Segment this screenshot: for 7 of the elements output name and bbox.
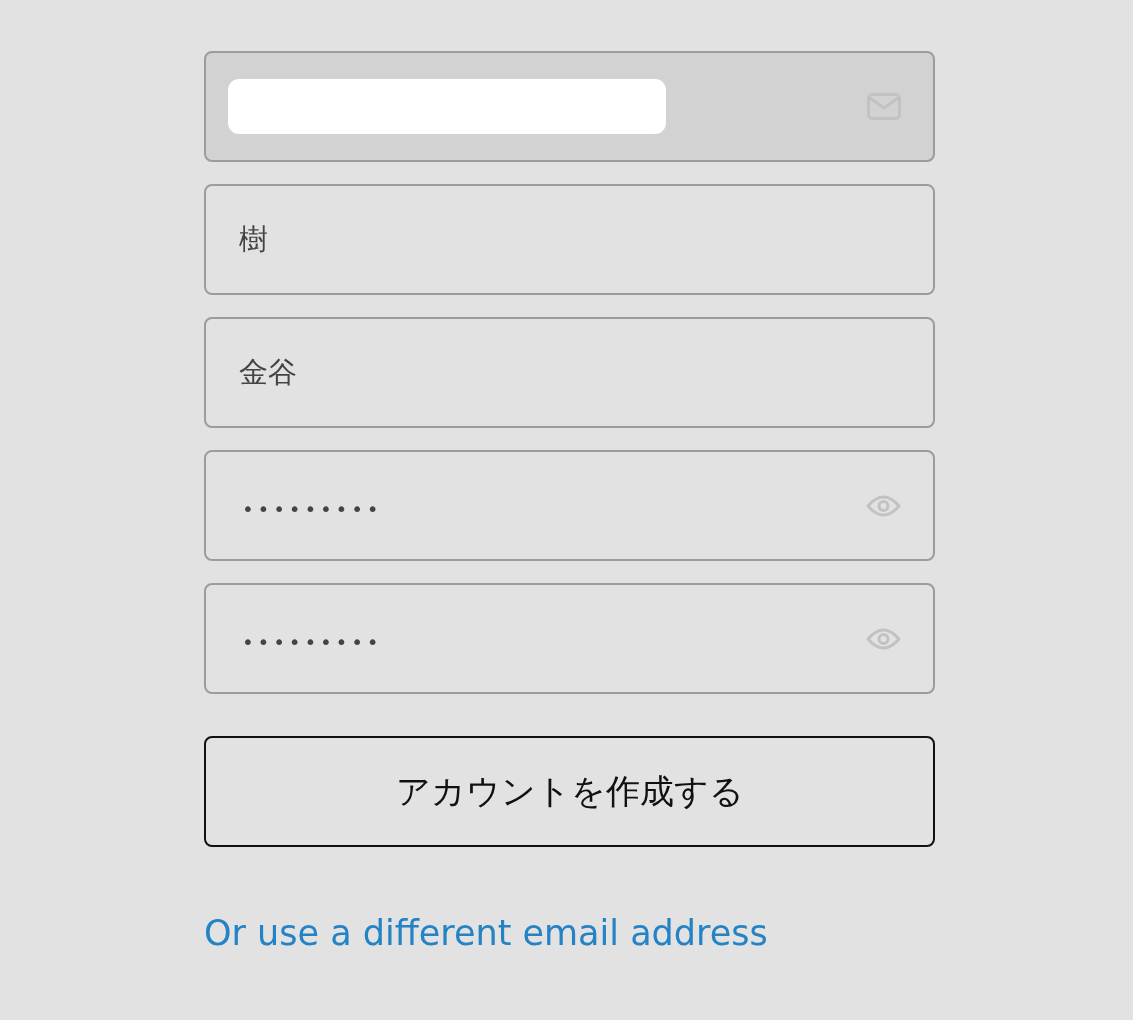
password-field[interactable]: ••••••••• xyxy=(204,450,935,561)
password-field[interactable]: ••••••••• xyxy=(204,583,935,694)
create-account-button[interactable]: アカウントを作成する xyxy=(204,736,935,847)
input-field[interactable]: 樹 xyxy=(204,184,935,295)
input-field[interactable]: 金谷 xyxy=(204,317,935,428)
eye-icon[interactable] xyxy=(866,493,901,518)
eye-icon[interactable] xyxy=(866,626,901,651)
